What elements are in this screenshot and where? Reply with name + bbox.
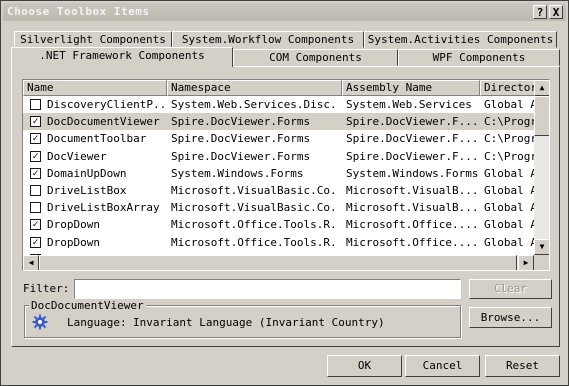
tab-com-components[interactable]: COM Components (233, 49, 398, 66)
cell-namespace: Spire.DocViewer.Forms (171, 149, 311, 163)
components-list[interactable]: Name Namespace Assembly Name Director Di… (22, 79, 550, 271)
table-row[interactable]: ✓ DomainUpDown System.Windows.Forms System.… (23, 165, 536, 182)
choose-toolbox-items-dialog: Choose Toolbox Items ? X Silverlight Com… (0, 0, 569, 386)
tab-silverlight-components[interactable]: Silverlight Components (14, 31, 172, 48)
scroll-left-arrow-icon[interactable]: ◀ (23, 255, 39, 270)
cell-name: DocumentToolbar (47, 132, 147, 146)
cell-directory: Global A (484, 166, 536, 180)
ok-button[interactable]: OK (327, 355, 402, 377)
tab-wpf-components[interactable]: WPF Components (398, 49, 560, 66)
cell-assembly: Microsoft.Office.... (346, 218, 478, 232)
row-checkbox[interactable] (30, 202, 41, 214)
table-row[interactable]: ✓ DropDown Microsoft.Office.Tools.R... Micr… (23, 234, 536, 251)
table-row[interactable]: ✓ DocumentToolbar Spire.DocViewer.Forms Spi… (23, 130, 536, 147)
gear-icon (32, 314, 48, 330)
table-row[interactable]: ✓ DropDown Microsoft.Office.Tools.R... Micr… (23, 216, 536, 233)
column-header-name[interactable]: Name (23, 80, 167, 96)
reset-button[interactable]: Reset (485, 355, 560, 377)
tab-net-framework-components[interactable]: .NET Framework Components (11, 47, 233, 67)
browse-button[interactable]: Browse... (469, 307, 552, 328)
table-row[interactable]: ✓ DocViewer Spire.DocViewer.Forms Spire.Doc… (23, 148, 536, 165)
cell-directory: C:\Progr (484, 132, 536, 146)
horizontal-scrollbar[interactable]: ◀ ▶ (23, 255, 534, 270)
cell-directory: C:\Progr (484, 115, 536, 129)
cell-namespace: Spire.DocViewer.Forms (171, 132, 311, 146)
row-checkbox[interactable] (30, 99, 41, 110)
cell-namespace: System.Web.Services.Disc... (171, 98, 339, 111)
help-button[interactable]: ? (533, 5, 547, 19)
clear-button[interactable]: Clear (469, 279, 552, 299)
row-checkbox[interactable]: ✓ (30, 236, 41, 248)
cell-assembly: Spire.DocViewer.F... (346, 132, 478, 146)
table-row[interactable]: DiscoveryClientP... System.Web.Services.D… (23, 96, 536, 113)
cancel-button[interactable]: Cancel (405, 355, 480, 377)
cell-name: DriveListBoxArray (47, 201, 160, 215)
column-header-directory[interactable]: Director (480, 80, 540, 96)
cell-name: DropDown (47, 235, 100, 249)
row-checkbox[interactable] (30, 185, 41, 196)
cell-name: DiscoveryClientP... (47, 98, 165, 111)
list-header: Name Namespace Assembly Name Director (23, 80, 540, 96)
row-checkbox[interactable]: ✓ (30, 133, 41, 145)
cell-directory: Global A (484, 184, 536, 197)
details-group-title: DocDocumentViewer (29, 299, 146, 312)
vertical-scroll-thumb[interactable] (534, 96, 549, 136)
cell-directory: C:\Progr (484, 149, 536, 163)
cell-assembly: System.Web.Services (346, 98, 472, 111)
cell-name: DriveListBox (47, 184, 127, 197)
close-button[interactable]: X (549, 5, 563, 19)
vertical-scrollbar[interactable]: ▲ ▼ (534, 80, 549, 255)
cell-name: DropDown (47, 218, 100, 232)
cell-name: DomainUpDown (47, 166, 127, 180)
scroll-down-arrow-icon[interactable]: ▼ (534, 239, 549, 255)
horizontal-scroll-thumb[interactable] (39, 255, 517, 270)
cell-directory: Global A (484, 201, 536, 215)
scroll-right-arrow-icon[interactable]: ▶ (518, 255, 534, 270)
scrollbar-corner (534, 255, 549, 270)
cell-name: DocViewer (47, 149, 107, 163)
row-checkbox[interactable]: ✓ (30, 150, 41, 162)
table-row[interactable]: DriveListBox Microsoft.VisualBasic.Co... M… (23, 182, 536, 199)
cell-namespace: Microsoft.Office.Tools.R... (171, 235, 339, 249)
title-bar[interactable]: Choose Toolbox Items ? X (3, 3, 566, 21)
scroll-up-arrow-icon[interactable]: ▲ (534, 80, 549, 96)
cell-assembly: System.Windows.Forms (346, 166, 478, 180)
cell-namespace: Microsoft.VisualBasic.Co... (171, 184, 339, 197)
cell-directory: Global A (484, 218, 536, 232)
cell-namespace: Microsoft.Office.Tools.R... (171, 218, 339, 232)
cell-assembly: Microsoft.VisualB... (346, 184, 478, 197)
cell-name: DocDocumentViewer (47, 115, 160, 129)
language-value: Invariant Language (Invariant Country) (133, 316, 385, 329)
window-title: Choose Toolbox Items (7, 5, 150, 18)
row-checkbox[interactable]: ✓ (30, 219, 41, 231)
cell-namespace: System.Windows.Forms (171, 166, 304, 180)
cell-assembly: Spire.DocViewer.F... (346, 149, 478, 163)
cell-namespace: Microsoft.VisualBasic.Co... (171, 201, 339, 215)
filter-label: Filter: (23, 282, 70, 295)
table-row[interactable]: DriveListBoxArray Microsoft.VisualBasic.C… (23, 199, 536, 216)
row-checkbox[interactable]: ✓ (30, 116, 41, 128)
tab-system-activities-components[interactable]: System.Activities Components (364, 31, 557, 48)
cell-directory: Global A (484, 98, 536, 111)
cell-namespace: Spire.DocViewer.Forms (171, 115, 311, 129)
row-checkbox[interactable]: ✓ (30, 167, 41, 179)
cell-assembly: Spire.DocViewer.F... (346, 115, 478, 129)
column-header-namespace[interactable]: Namespace (167, 80, 342, 96)
cell-assembly: Microsoft.Office.... (346, 235, 478, 249)
table-row[interactable]: ✓ DocDocumentViewer Spire.DocViewer.Forms S… (23, 113, 536, 131)
language-label: Language: (67, 316, 127, 329)
cell-assembly: Microsoft.VisualB... (346, 201, 478, 215)
column-header-assembly-name[interactable]: Assembly Name (342, 80, 480, 96)
cell-directory: Global A (484, 235, 536, 249)
filter-input[interactable] (74, 279, 461, 299)
tab-system-workflow-components[interactable]: System.Workflow Components (172, 31, 364, 48)
